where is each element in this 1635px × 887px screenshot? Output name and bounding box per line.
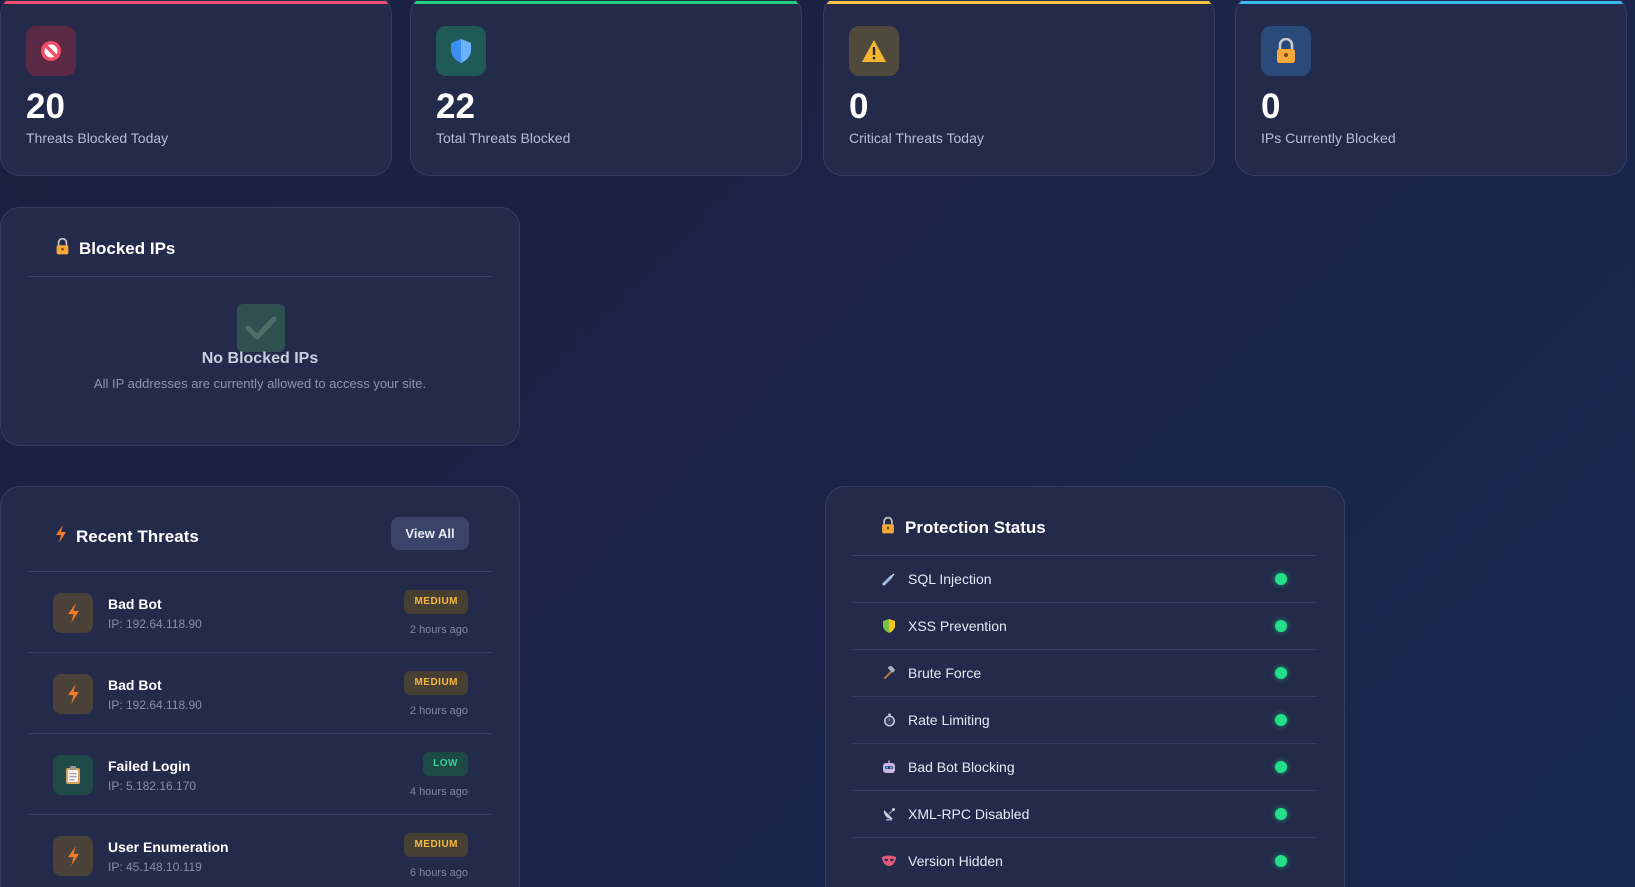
threat-name: Bad Bot: [108, 596, 162, 612]
status-indicator: [1275, 667, 1287, 679]
protection-row-bad-bot-blocking: Bad Bot Blocking: [853, 744, 1317, 791]
lightning-icon: [53, 593, 93, 633]
empty-state-title: No Blocked IPs: [201, 350, 319, 367]
threat-row[interactable]: User Enumeration IP: 45.148.10.119 MEDIU…: [28, 815, 492, 887]
shield-icon: [436, 26, 486, 76]
check-icon: [237, 304, 285, 352]
protection-row-rate-limiting: Rate Limiting: [853, 697, 1317, 744]
view-all-button[interactable]: View All: [391, 517, 469, 550]
threat-ip: IP: 192.64.118.90: [108, 617, 202, 631]
severity-badge: MEDIUM: [404, 833, 468, 857]
protection-row-xml-rpc-disabled: XML-RPC Disabled: [853, 791, 1317, 838]
status-indicator: [1275, 855, 1287, 867]
threat-row[interactable]: Bad Bot IP: 192.64.118.90 MEDIUM 2 hours…: [28, 572, 492, 653]
stat-card-critical-today: 0 Critical Threats Today: [823, 0, 1215, 176]
protection-label: Brute Force: [908, 665, 982, 681]
hammer-icon: [880, 664, 898, 682]
protection-row-sql-injection: SQL Injection: [853, 556, 1317, 603]
threat-ip: IP: 45.148.10.119: [108, 860, 202, 874]
stat-value: 20: [26, 87, 65, 126]
no-entry-icon: [26, 26, 76, 76]
empty-state-description: All IP addresses are currently allowed t…: [93, 376, 427, 391]
severity-badge: MEDIUM: [404, 590, 468, 614]
stat-card-total-threats: 22 Total Threats Blocked: [410, 0, 802, 176]
mask-icon: [880, 852, 898, 870]
stat-label: Critical Threats Today: [849, 130, 984, 146]
divider: [28, 276, 492, 277]
status-indicator: [1275, 573, 1287, 585]
panel-title: Recent Threats: [76, 526, 199, 546]
stat-card-threats-today: 20 Threats Blocked Today: [0, 0, 392, 176]
stat-value: 0: [849, 87, 869, 126]
lightning-icon: [53, 674, 93, 714]
stat-value: 22: [436, 87, 475, 126]
protection-label: XML-RPC Disabled: [908, 806, 1030, 822]
panel-title-row: Blocked IPs: [55, 237, 176, 260]
protection-label: SQL Injection: [908, 571, 992, 587]
lock-icon: [1261, 26, 1311, 76]
warning-icon: [849, 26, 899, 76]
protection-row-xss-prevention: XSS Prevention: [853, 603, 1317, 650]
clipboard-icon: [53, 755, 93, 795]
threat-time: 2 hours ago: [409, 705, 468, 717]
severity-badge: MEDIUM: [404, 671, 468, 695]
stat-label: Total Threats Blocked: [436, 130, 571, 146]
severity-badge: LOW: [423, 752, 468, 776]
accent-bar: [1, 1, 391, 4]
lightning-icon: [53, 836, 93, 876]
threat-time: 6 hours ago: [409, 867, 468, 879]
robot-icon: [880, 758, 898, 776]
protection-label: Version Hidden: [908, 853, 1003, 869]
threat-ip: IP: 5.182.16.170: [108, 779, 197, 793]
protection-list: SQL Injection XSS Prevention Brute Force…: [853, 556, 1317, 885]
lock-icon: [55, 237, 70, 260]
accent-bar: [411, 1, 801, 4]
lock-icon: [880, 516, 896, 539]
accent-bar: [824, 1, 1214, 4]
stat-value: 0: [1261, 87, 1281, 126]
panel-title-row: Protection Status: [880, 516, 1046, 539]
threat-row[interactable]: Bad Bot IP: 192.64.118.90 MEDIUM 2 hours…: [28, 653, 492, 734]
protection-row-brute-force: Brute Force: [853, 650, 1317, 697]
stat-label: Threats Blocked Today: [26, 130, 169, 146]
protection-label: XSS Prevention: [908, 618, 1007, 634]
protection-label: Rate Limiting: [908, 712, 990, 728]
threat-row[interactable]: Failed Login IP: 5.182.16.170 LOW 4 hour…: [28, 734, 492, 815]
panel-title-row: Recent Threats: [55, 525, 199, 548]
panel-title: Blocked IPs: [79, 239, 176, 258]
status-indicator: [1275, 620, 1287, 632]
lightning-icon: [55, 525, 67, 548]
threat-name: Bad Bot: [108, 677, 162, 693]
blocked-ips-panel: Blocked IPs No Blocked IPs All IP addres…: [0, 207, 520, 446]
accent-bar: [1236, 1, 1626, 4]
recent-threats-panel: Recent Threats View All Bad Bot IP: 192.…: [0, 486, 520, 887]
syringe-icon: [880, 570, 898, 588]
status-indicator: [1275, 761, 1287, 773]
stat-label: IPs Currently Blocked: [1261, 130, 1396, 146]
shield-icon: [880, 617, 898, 635]
threat-name: User Enumeration: [108, 839, 229, 855]
satellite-icon: [880, 805, 898, 823]
stopwatch-icon: [880, 711, 898, 729]
protection-label: Bad Bot Blocking: [908, 759, 1015, 775]
threat-list: Bad Bot IP: 192.64.118.90 MEDIUM 2 hours…: [28, 572, 492, 887]
status-indicator: [1275, 808, 1287, 820]
panel-title: Protection Status: [905, 518, 1046, 537]
protection-row-version-hidden: Version Hidden: [853, 838, 1317, 885]
stat-card-ips-blocked: 0 IPs Currently Blocked: [1235, 0, 1627, 176]
threat-time: 2 hours ago: [409, 624, 468, 636]
threat-name: Failed Login: [108, 758, 191, 774]
threat-time: 4 hours ago: [409, 786, 468, 798]
status-indicator: [1275, 714, 1287, 726]
protection-status-panel: Protection Status SQL Injection XSS Prev…: [825, 486, 1345, 887]
threat-ip: IP: 192.64.118.90: [108, 698, 202, 712]
